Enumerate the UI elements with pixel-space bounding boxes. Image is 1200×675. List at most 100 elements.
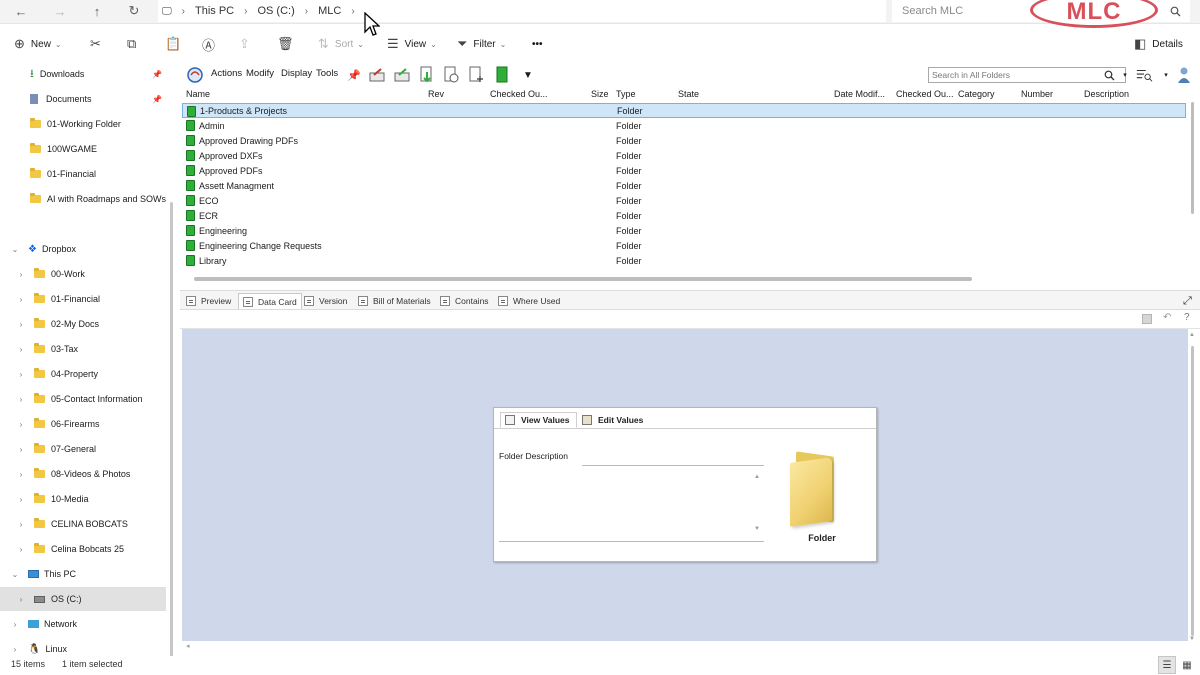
chevron-right-icon[interactable]: ›: [16, 495, 26, 504]
chevron-right-icon[interactable]: ›: [16, 520, 26, 529]
file-row[interactable]: ECO Folder: [182, 193, 1186, 208]
file-row[interactable]: Approved DXFs Folder: [182, 148, 1186, 163]
paste-button[interactable]: 📋: [165, 30, 187, 58]
chevron-right-icon[interactable]: ›: [16, 295, 26, 304]
delete-button[interactable]: 🗑: [277, 30, 300, 58]
chevron-down-icon[interactable]: ▾: [1116, 66, 1134, 84]
file-list-vertical-scrollbar[interactable]: [1191, 102, 1194, 214]
file-row[interactable]: Approved PDFs Folder: [182, 163, 1186, 178]
chevron-right-icon[interactable]: ›: [16, 445, 26, 454]
more-options-button[interactable]: •••: [532, 30, 543, 58]
chevron-right-icon[interactable]: ›: [10, 620, 20, 629]
details-view-button[interactable]: ☰: [1158, 656, 1176, 674]
chevron-right-icon[interactable]: ›: [176, 6, 191, 17]
sidebar-item-documents[interactable]: Documents 📌: [0, 87, 170, 111]
new-button[interactable]: ⊕ New ⌄: [14, 30, 62, 58]
tab-preview[interactable]: Preview: [186, 293, 231, 309]
chevron-right-icon[interactable]: ›: [10, 645, 20, 654]
chevron-right-icon[interactable]: ›: [16, 395, 26, 404]
tiles-view-button[interactable]: ▦: [1178, 656, 1196, 674]
tab-where-used[interactable]: Where Used: [498, 293, 560, 309]
sort-button[interactable]: ⇅ Sort ⌄: [318, 30, 364, 58]
address-bar[interactable]: 🖵 › This PC › OS (C:) › MLC ›: [158, 0, 886, 36]
pin-icon[interactable]: 📌: [345, 66, 363, 84]
column-checked-out-2[interactable]: Checked Ou...: [896, 89, 954, 99]
rename-button[interactable]: Ⓐ: [202, 30, 221, 58]
chevron-right-icon[interactable]: ›: [16, 270, 26, 279]
new-file-icon[interactable]: [467, 66, 485, 84]
toolbar-overflow-icon[interactable]: ▼: [519, 66, 537, 84]
column-checked-out[interactable]: Checked Ou...: [490, 89, 548, 99]
back-icon[interactable]: ←: [8, 0, 34, 22]
sidebar-item-dropbox-folder[interactable]: › 04-Property: [0, 362, 170, 386]
chevron-down-icon[interactable]: ⌄: [10, 570, 20, 579]
refresh-icon[interactable]: ↻: [121, 0, 147, 22]
chevron-down-icon[interactable]: ⌄: [10, 245, 20, 254]
sidebar-item-working-folder[interactable]: 01-Working Folder: [0, 112, 170, 136]
details-button[interactable]: ◧ Details: [1134, 30, 1183, 58]
tab-version[interactable]: Version: [304, 293, 347, 309]
view-values-tab[interactable]: View Values: [500, 412, 577, 428]
sidebar-item-financial[interactable]: 01-Financial: [0, 162, 170, 186]
breadcrumb-this-pc[interactable]: This PC: [191, 5, 238, 17]
chevron-right-icon[interactable]: ›: [16, 420, 26, 429]
get-version-icon[interactable]: [442, 66, 460, 84]
sidebar-item-network[interactable]: › Network: [0, 612, 170, 636]
tab-bill-of-materials[interactable]: Bill of Materials: [358, 293, 431, 309]
filter-button[interactable]: ⏷ Filter ⌄: [457, 30, 506, 58]
undo-icon[interactable]: ↶: [1163, 312, 1171, 323]
chevron-right-icon[interactable]: ›: [16, 595, 26, 604]
sidebar-item-dropbox-folder[interactable]: › 07-General: [0, 437, 170, 461]
column-category[interactable]: Category: [958, 89, 995, 99]
sidebar-item-dropbox-folder[interactable]: › 08-Videos & Photos: [0, 462, 170, 486]
tab-contains[interactable]: Contains: [440, 293, 489, 309]
chevron-right-icon[interactable]: ›: [16, 345, 26, 354]
check-out-icon[interactable]: [368, 66, 386, 84]
file-list-horizontal-scrollbar[interactable]: [194, 277, 972, 281]
copy-button[interactable]: ⧉: [127, 30, 142, 58]
get-latest-icon[interactable]: [418, 66, 436, 84]
check-in-icon[interactable]: [393, 66, 411, 84]
sidebar-scrollbar[interactable]: [170, 202, 173, 662]
sidebar-item-dropbox[interactable]: ⌄ ❖ Dropbox: [0, 237, 170, 261]
save-icon[interactable]: [1142, 314, 1152, 324]
column-description[interactable]: Description: [1084, 89, 1129, 99]
file-row[interactable]: Admin Folder: [182, 118, 1186, 133]
sidebar-item-dropbox-folder[interactable]: › 10-Media: [0, 487, 170, 511]
column-rev[interactable]: Rev: [428, 89, 444, 99]
sidebar-item-dropbox-folder[interactable]: › 02-My Docs: [0, 312, 170, 336]
column-size[interactable]: Size: [591, 89, 609, 99]
sidebar-item-dropbox-folder[interactable]: › Celina Bobcats 25: [0, 537, 170, 561]
sidebar-item-dropbox-folder[interactable]: › 01-Financial: [0, 287, 170, 311]
textarea-scrollbar[interactable]: ▲ ▼: [752, 474, 762, 540]
file-row[interactable]: Engineering Change Requests Folder: [182, 238, 1186, 253]
tab-data-card[interactable]: Data Card: [238, 293, 302, 309]
expand-icon[interactable]: ⤢: [1183, 293, 1192, 309]
share-button[interactable]: ⇪: [239, 30, 256, 58]
column-type[interactable]: Type: [616, 89, 636, 99]
menu-modify[interactable]: Modify: [246, 68, 274, 79]
search-icon[interactable]: [1170, 0, 1181, 22]
file-row[interactable]: Approved Drawing PDFs Folder: [182, 133, 1186, 148]
sidebar-item-downloads[interactable]: ⭳ Downloads 📌: [0, 62, 170, 86]
file-row[interactable]: ECR Folder: [182, 208, 1186, 223]
column-number[interactable]: Number: [1021, 89, 1053, 99]
cut-button[interactable]: ✂: [90, 30, 107, 58]
green-folder-icon[interactable]: [493, 66, 511, 84]
file-row[interactable]: 1-Products & Projects Folder: [182, 103, 1186, 118]
folder-description-field[interactable]: [582, 448, 764, 466]
pin-icon[interactable]: 📌: [152, 95, 162, 104]
file-row[interactable]: Library Folder: [182, 253, 1186, 268]
chevron-right-icon[interactable]: ›: [16, 320, 26, 329]
search-options-icon[interactable]: [1135, 66, 1153, 84]
sidebar-item-this-pc[interactable]: ⌄ This PC: [0, 562, 170, 586]
user-icon[interactable]: [1175, 66, 1193, 84]
chevron-right-icon[interactable]: ›: [299, 6, 314, 17]
sidebar-item-dropbox-folder[interactable]: › 06-Firearms: [0, 412, 170, 436]
sidebar-item-os-c[interactable]: › OS (C:): [0, 587, 166, 611]
sidebar-item-dropbox-folder[interactable]: › 03-Tax: [0, 337, 170, 361]
pdm-vault-icon[interactable]: [186, 66, 204, 84]
menu-actions[interactable]: Actions: [211, 68, 242, 79]
column-name[interactable]: Name: [186, 89, 210, 99]
sidebar-item-dropbox-folder[interactable]: › 00-Work: [0, 262, 170, 286]
